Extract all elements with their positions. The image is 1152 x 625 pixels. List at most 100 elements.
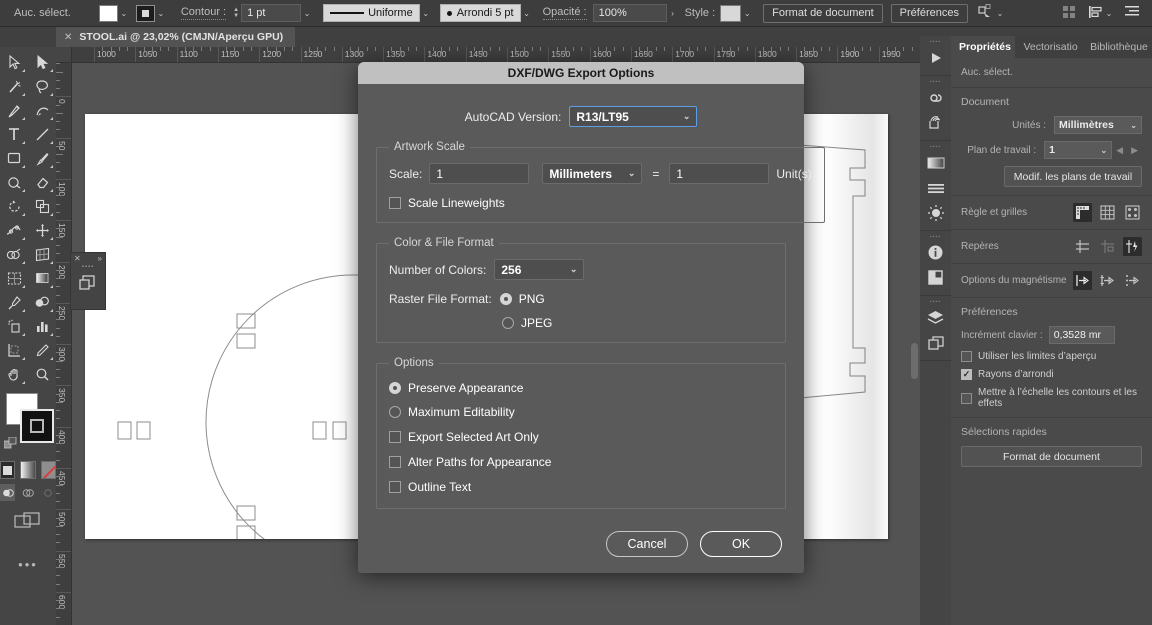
- smart-guides-icon[interactable]: [1123, 237, 1142, 256]
- selection-tool[interactable]: [0, 50, 28, 74]
- show-grid-icon[interactable]: [1098, 203, 1117, 222]
- stroke-weight-label[interactable]: Contour :: [180, 6, 227, 20]
- edit-toolbar-icon[interactable]: •••: [0, 557, 56, 572]
- vertical-ruler[interactable]: 005010015020025030035040045050055060065: [56, 63, 72, 625]
- show-transparency-grid-icon[interactable]: [1123, 203, 1142, 222]
- show-rulers-icon[interactable]: [1073, 203, 1092, 222]
- raster-jpeg-radio[interactable]: JPEG: [502, 316, 773, 330]
- draw-inside-icon[interactable]: [41, 484, 56, 501]
- play-action-icon[interactable]: [920, 45, 951, 70]
- cancel-button[interactable]: Cancel: [606, 531, 688, 557]
- outline-text-checkbox[interactable]: Outline Text: [389, 480, 773, 494]
- document-setup-button[interactable]: Format de document: [763, 3, 883, 23]
- stroke-profile-select[interactable]: Uniforme: [323, 4, 420, 22]
- floating-mini-panel[interactable]: ✕ » ▪▪▪▪: [70, 252, 106, 310]
- gradient-tool[interactable]: [28, 266, 56, 290]
- ok-button[interactable]: OK: [700, 531, 782, 557]
- slice-tool[interactable]: [28, 338, 56, 362]
- stroke-cap-select[interactable]: Arrondi 5 pt: [439, 4, 521, 22]
- line-segment-tool[interactable]: [28, 122, 56, 146]
- select-similar-chevron-down-icon[interactable]: ⌄: [994, 9, 1006, 18]
- type-tool[interactable]: [0, 122, 28, 146]
- none-mode-icon[interactable]: [40, 461, 56, 479]
- graphic-style-swatch[interactable]: [720, 4, 742, 22]
- style-chevron-down-icon[interactable]: ⌄: [741, 9, 753, 18]
- lock-guides-icon[interactable]: [1098, 237, 1117, 256]
- draw-normal-icon[interactable]: [0, 484, 16, 501]
- autocad-version-select[interactable]: R13/LT95 ⌄: [569, 106, 698, 127]
- alter-paths-for-appearance-checkbox[interactable]: Alter Paths for Appearance: [389, 455, 773, 469]
- stroke-swatch-chevron-down-icon[interactable]: ⌄: [155, 9, 167, 18]
- rectangle-tool[interactable]: [0, 146, 28, 170]
- align-chevron-down-icon[interactable]: ⌄: [1103, 9, 1115, 18]
- stroke-color-swatch[interactable]: [20, 409, 54, 443]
- workspace-switcher-icon[interactable]: [1125, 5, 1140, 21]
- mini-panel-grip[interactable]: ▪▪▪▪: [71, 264, 105, 270]
- fill-swatch-chevron-down-icon[interactable]: ⌄: [118, 9, 130, 18]
- artboards-icon[interactable]: [920, 265, 951, 290]
- ruler-corner[interactable]: [56, 47, 72, 63]
- layers-icon[interactable]: [920, 305, 951, 330]
- quick-action-document-setup-button[interactable]: Format de document: [961, 446, 1142, 467]
- scale-lineweights-checkbox[interactable]: Scale Lineweights: [389, 196, 812, 210]
- perspective-grid-tool[interactable]: [28, 242, 56, 266]
- zoom-tool[interactable]: [28, 362, 56, 386]
- stroke-weight-chevron-down-icon[interactable]: ⌄: [301, 9, 313, 18]
- artboard-select[interactable]: 1 ⌄: [1044, 141, 1113, 159]
- eyedropper-tool[interactable]: [0, 290, 28, 314]
- show-guides-icon[interactable]: [1073, 237, 1092, 256]
- preserve-appearance-radio[interactable]: Preserve Appearance: [389, 381, 773, 395]
- screen-mode-icon[interactable]: [0, 511, 56, 531]
- keyboard-increment-input[interactable]: 0,3528 mr: [1048, 326, 1115, 344]
- document-info-icon[interactable]: [920, 240, 951, 265]
- canvas-vertical-scrollbar[interactable]: [911, 343, 918, 379]
- rotate-tool[interactable]: [0, 194, 28, 218]
- hand-tool[interactable]: [0, 362, 28, 386]
- scale-input[interactable]: 1: [429, 163, 530, 184]
- stroke-cap-chevron-down-icon[interactable]: ⌄: [521, 9, 533, 18]
- lasso-tool[interactable]: [28, 74, 56, 98]
- horizontal-ruler[interactable]: 1000 1050 1100 1150 1200 1250 1300 1350 1400 1450…: [72, 47, 920, 63]
- select-similar-icon[interactable]: [978, 4, 994, 22]
- column-graph-tool[interactable]: [28, 314, 56, 338]
- close-icon[interactable]: ✕: [64, 32, 72, 43]
- corner-radius-checkbox[interactable]: Rayons d’arrondi: [961, 369, 1142, 380]
- prev-artboard-icon[interactable]: ◀: [1112, 145, 1127, 156]
- maximum-editability-radio[interactable]: Maximum Editability: [389, 405, 773, 419]
- tab-bibliotheques[interactable]: Bibliothèque: [1082, 36, 1152, 58]
- draw-behind-icon[interactable]: [20, 484, 35, 501]
- mini-panel-expand-icon[interactable]: »: [98, 254, 102, 263]
- preview-bounds-checkbox[interactable]: Utiliser les limites d’aperçu: [961, 351, 1142, 362]
- shaper-tool[interactable]: [0, 170, 28, 194]
- links-icon[interactable]: [920, 85, 951, 110]
- brushes-icon[interactable]: [920, 110, 951, 135]
- snap-to-pixel-icon[interactable]: [1123, 271, 1142, 290]
- libraries-icon[interactable]: [920, 330, 951, 355]
- shape-builder-tool[interactable]: [0, 242, 28, 266]
- opacity-more-icon[interactable]: ›: [667, 9, 679, 18]
- gradient-mode-icon[interactable]: [20, 461, 36, 479]
- gradient-panel-icon[interactable]: [920, 150, 951, 175]
- swap-fill-stroke-icon[interactable]: [3, 436, 17, 450]
- fill-swatch[interactable]: [98, 4, 118, 22]
- artboard-tool[interactable]: [0, 338, 28, 362]
- scale-unit-select[interactable]: Millimeters ⌄: [542, 163, 643, 184]
- tab-proprietes[interactable]: Propriétés: [951, 36, 1016, 58]
- snap-to-grid-icon[interactable]: [1098, 271, 1117, 290]
- transparency-panel-icon[interactable]: [920, 200, 951, 225]
- stroke-profile-chevron-down-icon[interactable]: ⌄: [420, 9, 432, 18]
- scale-strokes-effects-checkbox[interactable]: Mettre à l’échelle les contours et les e…: [961, 387, 1142, 409]
- opacity-input[interactable]: 100%: [592, 4, 667, 22]
- mini-panel-close-icon[interactable]: ✕: [74, 254, 81, 263]
- units-select[interactable]: Millimètres ⌄: [1054, 116, 1142, 134]
- stroke-panel-icon[interactable]: [920, 175, 951, 200]
- align-icon[interactable]: [1088, 5, 1103, 22]
- scale-tool[interactable]: [28, 194, 56, 218]
- solid-color-mode-icon[interactable]: [0, 461, 16, 479]
- free-transform-tool[interactable]: [28, 218, 56, 242]
- curvature-tool[interactable]: [28, 98, 56, 122]
- pen-tool[interactable]: [0, 98, 28, 122]
- raster-png-radio[interactable]: PNG: [499, 292, 545, 306]
- paintbrush-tool[interactable]: [28, 146, 56, 170]
- mini-panel-layers-icon[interactable]: [71, 274, 105, 292]
